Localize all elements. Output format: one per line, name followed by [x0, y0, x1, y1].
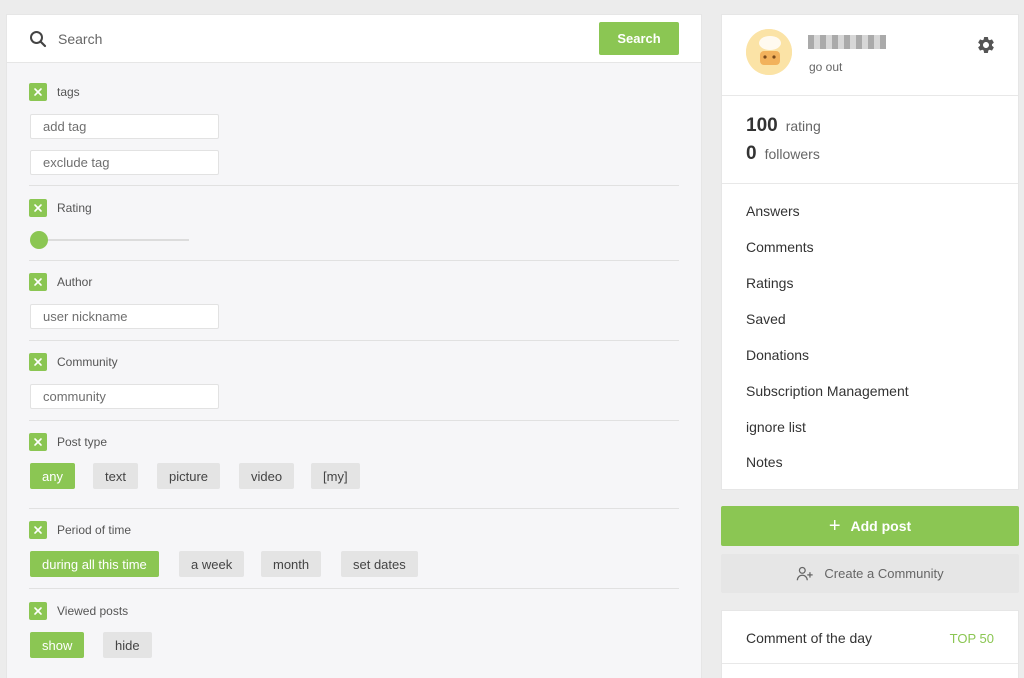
close-icon [34, 88, 42, 96]
menu-donations[interactable]: Donations [746, 347, 809, 363]
avatar-image [746, 29, 792, 75]
viewed-show[interactable]: show [30, 632, 85, 658]
close-icon [34, 358, 42, 366]
followers-stat[interactable]: 0 followers [746, 143, 820, 165]
close-icon [34, 526, 42, 534]
comment-of-the-day-title: Comment of the day [746, 630, 873, 646]
tags-toggle[interactable] [29, 83, 47, 101]
close-icon [34, 278, 42, 286]
rating-slider-track[interactable] [39, 239, 189, 241]
plus-icon: + [828, 515, 841, 537]
avatar[interactable] [746, 29, 792, 75]
add-post-button[interactable]: + Add post [721, 506, 1019, 546]
period-month[interactable]: month [261, 551, 322, 577]
viewed-filter: Viewed posts show hide [29, 602, 679, 672]
viewed-title: Viewed posts [57, 604, 129, 618]
rating-slider-thumb[interactable] [30, 231, 48, 249]
period-filter: Period of time during all this time a we… [29, 521, 679, 589]
post-type-video[interactable]: video [239, 463, 295, 489]
rating-stat[interactable]: 100 rating [746, 115, 821, 137]
rating-label: rating [785, 118, 821, 134]
period-week[interactable]: a week [179, 551, 245, 577]
close-icon [34, 607, 42, 615]
add-tag-input[interactable] [30, 114, 219, 139]
post-type-filter: Post type any text picture video [my] [29, 433, 679, 509]
divider [722, 95, 1018, 96]
create-community-label: Create a Community [824, 566, 944, 581]
exclude-tag-input[interactable] [30, 150, 219, 175]
tags-title: tags [57, 85, 80, 99]
comment-of-the-day-card: Comment of the day TOP 50 [721, 610, 1019, 678]
menu-notes[interactable]: Notes [746, 454, 783, 470]
close-icon [34, 438, 42, 446]
profile-card: username go out 100 rating 0 followers A… [721, 14, 1019, 490]
community-title: Community [57, 355, 118, 369]
author-filter: Author [29, 273, 679, 341]
author-title: Author [57, 275, 93, 289]
rating-filter: Rating [29, 199, 679, 261]
followers-value: 0 [746, 143, 757, 164]
gear-icon[interactable] [976, 35, 996, 55]
post-type-text[interactable]: text [93, 463, 138, 489]
search-icon [30, 31, 47, 48]
search-button[interactable]: Search [599, 22, 679, 55]
period-toggle[interactable] [29, 521, 47, 539]
period-set-dates[interactable]: set dates [341, 551, 418, 577]
add-user-icon [797, 566, 814, 580]
menu-comments[interactable]: Comments [746, 239, 814, 255]
post-type-toggle[interactable] [29, 433, 47, 451]
post-type-my[interactable]: [my] [311, 463, 360, 489]
post-type-title: Post type [57, 435, 108, 449]
author-input[interactable] [30, 304, 219, 329]
menu-answers[interactable]: Answers [746, 203, 800, 219]
community-input[interactable] [30, 384, 219, 409]
period-all-time[interactable]: during all this time [30, 551, 159, 577]
search-input[interactable] [58, 27, 578, 51]
rating-title: Rating [57, 201, 92, 215]
divider [722, 183, 1018, 184]
search-bar: Search [7, 15, 701, 63]
period-title: Period of time [57, 523, 132, 537]
logout-link[interactable]: go out [809, 60, 842, 74]
community-filter: Community [29, 353, 679, 421]
menu-subscription-management[interactable]: Subscription Management [746, 383, 909, 399]
search-filters-panel: Search tags Rating Author [6, 14, 702, 678]
top-50-link[interactable]: TOP 50 [950, 631, 994, 646]
author-toggle[interactable] [29, 273, 47, 291]
menu-ratings[interactable]: Ratings [746, 275, 793, 291]
add-post-label: Add post [850, 518, 912, 534]
viewed-toggle[interactable] [29, 602, 47, 620]
divider [722, 663, 1018, 664]
viewed-hide[interactable]: hide [103, 632, 152, 658]
rating-value: 100 [746, 115, 778, 136]
tags-filter: tags [29, 83, 679, 186]
community-toggle[interactable] [29, 353, 47, 371]
post-type-any[interactable]: any [30, 463, 75, 489]
menu-ignore-list[interactable]: ignore list [746, 419, 806, 435]
close-icon [34, 204, 42, 212]
rating-toggle[interactable] [29, 199, 47, 217]
menu-saved[interactable]: Saved [746, 311, 786, 327]
followers-label: followers [764, 146, 820, 162]
create-community-button[interactable]: Create a Community [721, 554, 1019, 593]
post-type-picture[interactable]: picture [157, 463, 221, 489]
username[interactable]: username [808, 35, 886, 49]
